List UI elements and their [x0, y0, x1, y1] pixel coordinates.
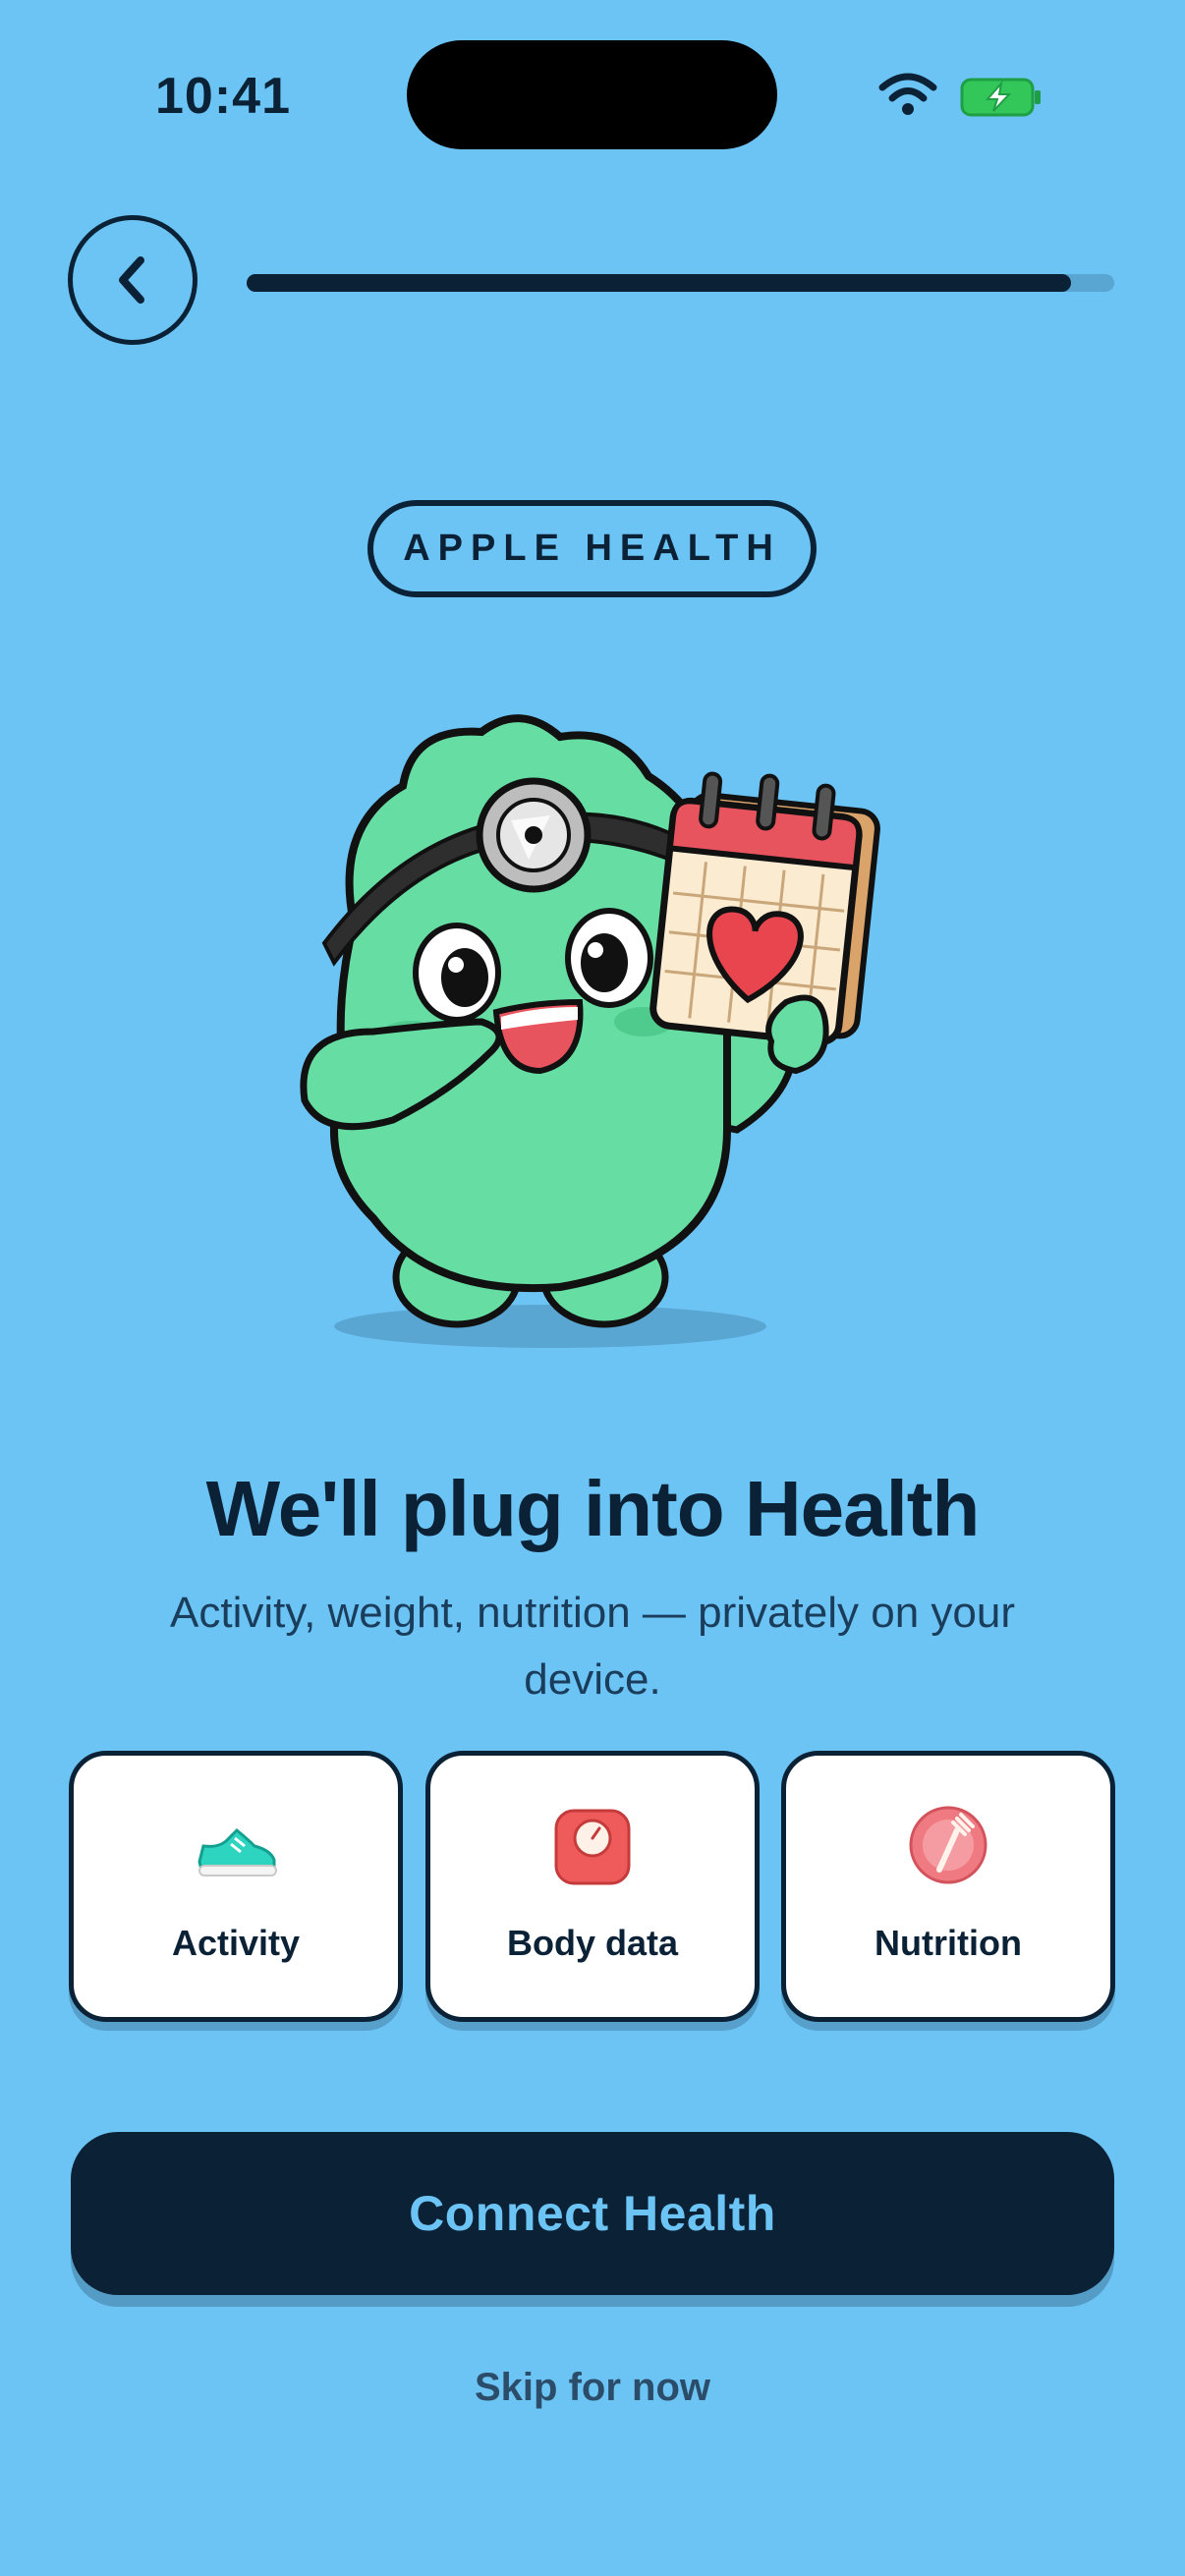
- sneaker-icon: [198, 1827, 277, 1876]
- card-label: Body data: [506, 1923, 679, 1963]
- card-nutrition: Nutrition: [781, 1751, 1115, 2022]
- back-button[interactable]: [68, 215, 198, 345]
- connect-health-button[interactable]: Connect Health: [71, 2132, 1114, 2295]
- card-label: Nutrition: [875, 1923, 1022, 1963]
- progress-bar: [247, 274, 1114, 292]
- battery-charging-icon: [960, 78, 1041, 117]
- progress-fill: [247, 274, 1071, 292]
- wifi-icon: [878, 73, 937, 115]
- scale-icon: [554, 1809, 631, 1885]
- card-body-data: Body data: [425, 1751, 760, 2022]
- status-time: 10:41: [155, 68, 291, 125]
- dynamic-island: [407, 40, 777, 149]
- page-subtitle: Activity, weight, nutrition — privately …: [170, 1589, 1015, 1704]
- skip-button[interactable]: Skip for now: [0, 2366, 1185, 2410]
- mascot-illustration: [300, 714, 880, 1348]
- card-label: Activity: [171, 1923, 301, 1963]
- plate-fork-icon: [909, 1806, 988, 1884]
- card-activity: Activity: [69, 1751, 403, 2022]
- source-chip: APPLE HEALTH: [367, 500, 817, 597]
- chevron-left-icon: [119, 256, 144, 304]
- page-title: We'll plug into Health: [205, 1465, 981, 1552]
